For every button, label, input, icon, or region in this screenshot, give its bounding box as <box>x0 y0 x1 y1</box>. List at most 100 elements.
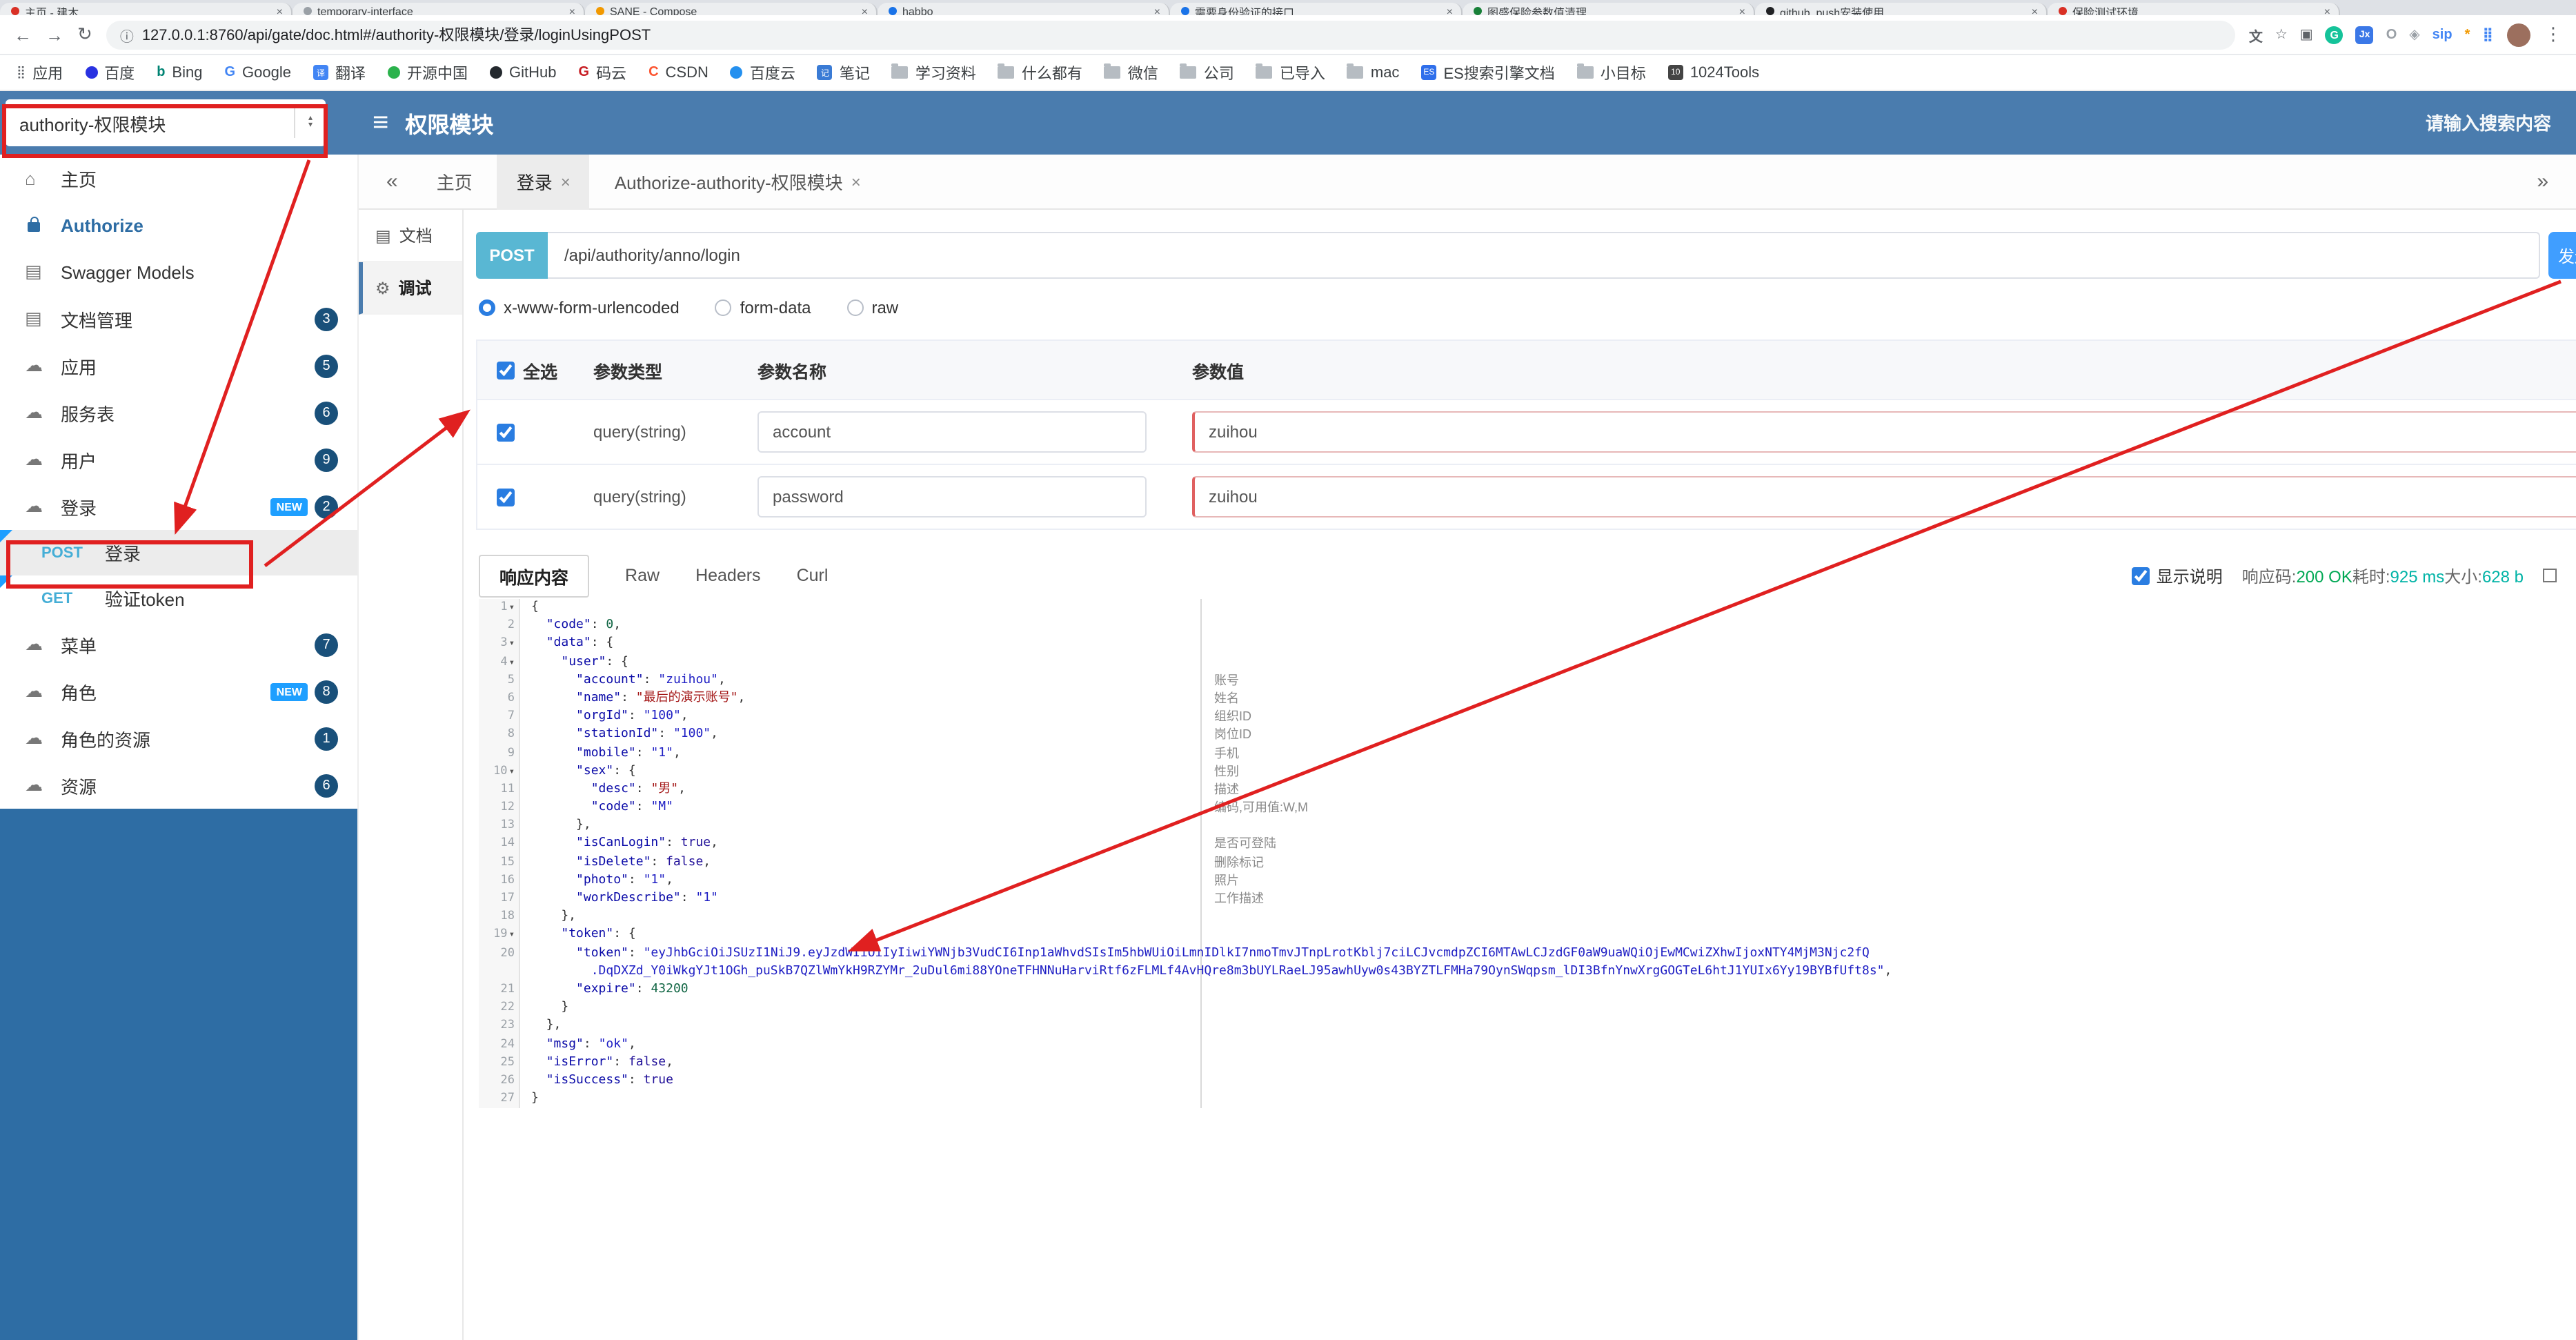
collapse-tabs-icon[interactable]: « <box>386 170 398 193</box>
tab-curl[interactable]: Curl <box>797 566 829 585</box>
pinwheel-ext-icon[interactable]: * <box>2465 27 2470 42</box>
forward-icon[interactable]: → <box>46 24 63 45</box>
bookmark-item[interactable]: 开源中国 <box>388 61 468 83</box>
debug-view-button[interactable]: ⚙ 调试 <box>359 262 462 315</box>
bookmark-item[interactable]: ⣿ 应用 <box>17 61 63 83</box>
bookmark-item[interactable]: GitHub <box>490 64 557 81</box>
tab-response-content[interactable]: 响应内容 <box>479 554 590 597</box>
sidebar-item-authorize[interactable]: Authorize <box>0 201 357 248</box>
bookmark-item[interactable]: 译翻译 <box>313 61 366 83</box>
tab-close-icon[interactable]: × <box>1447 6 1453 15</box>
bookmark-item[interactable]: 已导入 <box>1256 61 1325 83</box>
sidebar-item-swagger-models[interactable]: ▤ Swagger Models <box>0 248 357 295</box>
tab-login[interactable]: 登录 × <box>497 154 590 209</box>
radio-form-data[interactable]: form-data <box>715 298 811 317</box>
fold-icon[interactable]: ▾ <box>509 765 515 776</box>
fold-icon[interactable]: ▾ <box>509 602 515 613</box>
sidebar-item-resource[interactable]: ☁ 资源 6 <box>0 762 357 809</box>
avatar[interactable] <box>2507 23 2530 46</box>
expand-tabs-icon[interactable]: » <box>2537 170 2548 193</box>
bookmark-item[interactable]: 小目标 <box>1576 61 1646 83</box>
doc-view-button[interactable]: ▤ 文档 <box>359 210 462 262</box>
param-name-input[interactable] <box>757 411 1147 453</box>
translate-icon[interactable]: 文 <box>2249 24 2263 45</box>
back-icon[interactable]: ← <box>14 24 32 45</box>
close-icon[interactable]: × <box>561 172 571 191</box>
fold-icon[interactable]: ▾ <box>509 638 515 649</box>
bookmark-item[interactable]: mac <box>1347 63 1399 81</box>
browser-tab[interactable]: github_push安装使用 × <box>1755 3 2048 15</box>
bookmark-item[interactable]: G Google <box>224 64 291 81</box>
sidebar-item-role-resource[interactable]: ☁ 角色的资源 1 <box>0 715 357 762</box>
browser-tab[interactable]: 图盛保险参数值清理 × <box>1463 3 1755 15</box>
bookmark-item[interactable]: 百度云 <box>730 61 795 83</box>
radio-x-www-form-urlencoded[interactable]: x-www-form-urlencoded <box>479 298 680 317</box>
bookmark-item[interactable]: b Bing <box>157 64 202 81</box>
bookmark-item[interactable]: 学习资料 <box>891 61 976 83</box>
fold-icon[interactable]: ▾ <box>509 656 515 667</box>
module-select[interactable]: authority-权限模块 ▴ ▾ <box>6 99 326 146</box>
sidebar-item-home[interactable]: ⌂ 主页 <box>0 155 357 201</box>
grammarly-ext-icon[interactable]: G <box>2325 26 2344 43</box>
tab-raw[interactable]: Raw <box>625 566 660 585</box>
more-menu-icon[interactable]: ⋮ <box>2544 23 2562 46</box>
info-icon[interactable]: ⓘ <box>120 24 134 45</box>
sidebar-item-get-verify-token[interactable]: GET 验证token <box>0 575 357 621</box>
param-name-input[interactable] <box>757 476 1147 518</box>
hamburger-icon[interactable]: ≡ <box>373 107 388 139</box>
sip-ext-icon[interactable]: sip <box>2433 27 2453 42</box>
row-checkbox[interactable] <box>497 423 515 441</box>
tab-close-icon[interactable]: × <box>1739 6 1745 15</box>
bookmark-item[interactable]: 微信 <box>1104 61 1158 83</box>
bookmark-item[interactable]: ES ES搜索引擎文档 <box>1421 61 1555 83</box>
tab-close-icon[interactable]: × <box>2324 6 2330 15</box>
bookmark-item[interactable]: 公司 <box>1180 61 1234 83</box>
bookmark-item[interactable]: 什么都有 <box>998 61 1082 83</box>
grid-ext-icon[interactable]: ⣿ <box>2482 27 2493 42</box>
send-button[interactable]: 发送 <box>2548 232 2576 279</box>
reload-icon[interactable]: ↻ <box>77 23 92 46</box>
sidebar-item-service-table[interactable]: ☁ 服务表 6 <box>0 389 357 436</box>
sidebar-item-menu[interactable]: ☁ 菜单 7 <box>0 621 357 668</box>
fullscreen-icon[interactable] <box>2543 569 2557 582</box>
browser-tab[interactable]: SANE - Compose × <box>585 3 878 15</box>
request-url-input[interactable] <box>548 232 2540 279</box>
sidebar-item-login-group[interactable]: ☁ 登录 NEW 2 <box>0 483 357 530</box>
sidebar-item-post-login[interactable]: POST 登录 <box>0 530 357 575</box>
tab-authorize[interactable]: Authorize-authority-权限模块 × <box>595 154 880 209</box>
address-bar[interactable]: ⓘ 127.0.0.1:8760/api/gate/doc.html#/auth… <box>106 20 2235 49</box>
shield-ext-icon[interactable]: ◈ <box>2409 27 2419 42</box>
browser-tab[interactable]: 保险测试环境 × <box>2048 3 2340 15</box>
tab-close-icon[interactable]: × <box>277 6 283 15</box>
show-desc-checkbox[interactable] <box>2131 566 2150 584</box>
sidebar-item-role[interactable]: ☁ 角色 NEW 8 <box>0 668 357 715</box>
close-icon[interactable]: × <box>851 172 861 191</box>
param-value-input[interactable] <box>1192 476 2576 518</box>
browser-tab[interactable]: 主页 - 建木 × <box>0 3 293 15</box>
bookmark-item[interactable]: 百度 <box>85 61 135 83</box>
tab-close-icon[interactable]: × <box>862 6 868 15</box>
bookmark-item[interactable]: G 码云 <box>579 61 627 83</box>
browser-tab[interactable]: habbo × <box>878 3 1170 15</box>
row-checkbox[interactable] <box>497 488 515 506</box>
param-value-input[interactable] <box>1192 411 2576 453</box>
fold-icon[interactable]: ▾ <box>509 929 515 940</box>
sidebar-item-app[interactable]: ☁ 应用 5 <box>0 342 357 389</box>
bookmark-item[interactable]: 记笔记 <box>817 61 870 83</box>
sidebar-item-doc-manage[interactable]: ▤ 文档管理 3 <box>0 295 357 342</box>
tab-headers[interactable]: Headers <box>695 566 761 585</box>
screenshot-ext-icon[interactable]: ▣ <box>2300 27 2313 42</box>
search-input[interactable] <box>2328 111 2554 135</box>
sidebar-item-user[interactable]: ☁ 用户 9 <box>0 436 357 483</box>
bookmark-item[interactable]: 10 1024Tools <box>1667 64 1759 81</box>
ring-ext-icon[interactable]: O <box>2386 27 2397 42</box>
bookmark-star-icon[interactable]: ☆ <box>2275 27 2288 42</box>
select-all-checkbox[interactable] <box>497 361 515 379</box>
browser-tab[interactable]: 需要身份验证的接口 × <box>1170 3 1463 15</box>
bookmark-item[interactable]: C CSDN <box>648 64 709 81</box>
tab-close-icon[interactable]: × <box>2032 6 2038 15</box>
show-desc-toggle[interactable]: 显示说明 <box>2131 564 2223 587</box>
tab-close-icon[interactable]: × <box>569 6 575 15</box>
tab-home[interactable]: 主页 <box>417 154 492 209</box>
radio-raw[interactable]: raw <box>846 298 898 317</box>
